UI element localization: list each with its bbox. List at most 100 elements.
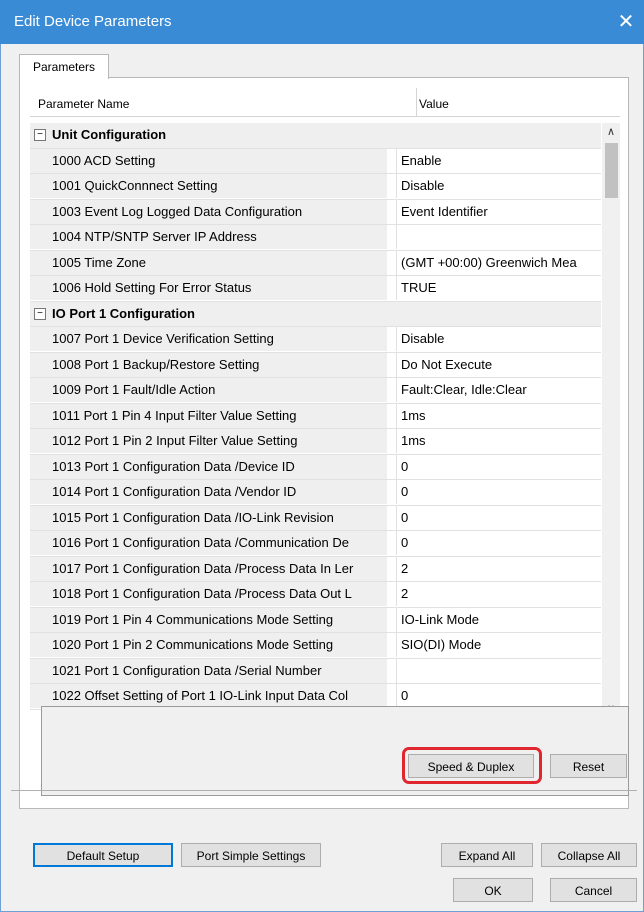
cell-divider	[396, 684, 397, 708]
ok-button[interactable]: OK	[453, 878, 533, 902]
collapse-toggle-icon[interactable]: −	[34, 129, 46, 141]
group-label: IO Port 1 Configuration	[52, 305, 195, 321]
parameter-row[interactable]: 1007 Port 1 Device Verification Setting D…	[30, 327, 601, 353]
column-header-value[interactable]: Value	[419, 97, 449, 111]
parameter-value[interactable]: Fault:Clear, Idle:Clear	[401, 382, 601, 397]
parameter-value[interactable]: Do Not Execute	[401, 357, 601, 372]
column-header-parameter-name[interactable]: Parameter Name	[38, 97, 129, 111]
parameter-grid: − Unit Configuration 1000 ACD Setting Enabl…	[30, 123, 601, 718]
parameter-name: 1012 Port 1 Pin 2 Input Filter Value Set…	[52, 433, 298, 448]
parameter-name: 1004 NTP/SNTP Server IP Address	[52, 229, 257, 244]
parameter-name-cell: 1008 Port 1 Backup/Restore Setting	[30, 352, 387, 377]
parameter-value[interactable]: Enable	[401, 153, 601, 168]
parameter-name: 1008 Port 1 Backup/Restore Setting	[52, 356, 260, 372]
parameter-row[interactable]: 1011 Port 1 Pin 4 Input Filter Value Set…	[30, 403, 601, 429]
parameter-row[interactable]: 1006 Hold Setting For Error Status TRUE	[30, 276, 601, 302]
parameter-value[interactable]: 0	[401, 510, 601, 525]
cell-divider	[396, 633, 397, 657]
parameter-value[interactable]: 2	[401, 561, 601, 576]
parameter-row[interactable]: 1000 ACD Setting Enable	[30, 148, 601, 174]
parameter-value[interactable]: 1ms	[401, 433, 601, 448]
parameter-row[interactable]: 1020 Port 1 Pin 2 Communications Mode Se…	[30, 633, 601, 659]
title-bar: Edit Device Parameters ✕	[0, 0, 644, 44]
grid-header: Parameter Name Value	[30, 88, 620, 117]
parameter-name-cell: 1001 QuickConnnect Setting	[30, 174, 387, 198]
parameter-name: 1003 Event Log Logged Data Configuration	[52, 203, 303, 219]
parameter-name-cell: 1020 Port 1 Pin 2 Communications Mode Se…	[30, 633, 387, 657]
group-row[interactable]: − IO Port 1 Configuration	[30, 301, 601, 327]
parameter-name-cell: 1005 Time Zone	[30, 250, 387, 275]
parameter-row[interactable]: 1004 NTP/SNTP Server IP Address	[30, 225, 601, 251]
port-simple-settings-button[interactable]: Port Simple Settings	[181, 843, 321, 867]
parameter-name-cell: 1013 Port 1 Configuration Data /Device I…	[30, 454, 387, 479]
parameter-row[interactable]: 1019 Port 1 Pin 4 Communications Mode Se…	[30, 607, 601, 633]
parameter-name-cell: 1004 NTP/SNTP Server IP Address	[30, 225, 387, 249]
parameter-row[interactable]: 1012 Port 1 Pin 2 Input Filter Value Set…	[30, 429, 601, 455]
parameter-row[interactable]: 1016 Port 1 Configuration Data /Communic…	[30, 531, 601, 557]
cell-divider	[396, 429, 397, 453]
parameter-name: 1017 Port 1 Configuration Data /Process …	[52, 560, 354, 576]
cell-divider	[396, 352, 397, 377]
parameter-name: 1013 Port 1 Configuration Data /Device I…	[52, 458, 295, 474]
cell-divider	[396, 199, 397, 224]
parameter-value[interactable]: Disable	[401, 331, 601, 346]
parameter-value[interactable]: TRUE	[401, 280, 601, 295]
parameter-value[interactable]: 2	[401, 586, 601, 601]
parameter-value[interactable]: 0	[401, 688, 601, 703]
parameter-name-cell: 1019 Port 1 Pin 4 Communications Mode Se…	[30, 607, 387, 632]
parameter-row[interactable]: 1005 Time Zone (GMT +00:00) Greenwich Mea	[30, 250, 601, 276]
parameter-row[interactable]: 1021 Port 1 Configuration Data /Serial N…	[30, 658, 601, 684]
vertical-scrollbar[interactable]: ∧ ∨	[602, 123, 620, 718]
cell-divider	[396, 582, 397, 606]
window-title: Edit Device Parameters	[14, 13, 172, 30]
parameter-value[interactable]: 1ms	[401, 408, 601, 423]
parameter-name-cell: 1016 Port 1 Configuration Data /Communic…	[30, 531, 387, 555]
separator	[11, 790, 637, 791]
expand-all-button[interactable]: Expand All	[441, 843, 533, 867]
cell-divider	[396, 505, 397, 530]
parameter-value[interactable]: 0	[401, 484, 601, 499]
parameter-row[interactable]: 1015 Port 1 Configuration Data /IO-Link …	[30, 505, 601, 531]
cell-divider	[396, 454, 397, 479]
parameter-row[interactable]: 1009 Port 1 Fault/Idle Action Fault:Clear…	[30, 378, 601, 404]
parameter-value[interactable]: (GMT +00:00) Greenwich Mea	[401, 255, 601, 270]
collapse-all-button[interactable]: Collapse All	[541, 843, 637, 867]
collapse-toggle-icon[interactable]: −	[34, 307, 46, 320]
parameter-name: 1000 ACD Setting	[52, 152, 156, 168]
parameter-name-cell: 1017 Port 1 Configuration Data /Process …	[30, 556, 387, 581]
parameter-row[interactable]: 1018 Port 1 Configuration Data /Process …	[30, 582, 601, 608]
parameter-row[interactable]: 1017 Port 1 Configuration Data /Process …	[30, 556, 601, 582]
parameter-value[interactable]: 0	[401, 535, 601, 550]
group-row[interactable]: − Unit Configuration	[30, 123, 601, 149]
cell-divider	[396, 174, 397, 198]
column-divider[interactable]	[416, 88, 417, 116]
scroll-thumb[interactable]	[605, 143, 618, 198]
parameters-panel: Parameter Name Value − Unit Configuration…	[19, 77, 629, 809]
parameter-value[interactable]: Disable	[401, 178, 601, 193]
dialog-body: Parameters Parameter Name Value − Unit Co…	[0, 44, 644, 912]
tab-parameters[interactable]: Parameters	[19, 54, 109, 79]
parameter-name: 1007 Port 1 Device Verification Setting	[52, 331, 274, 346]
parameter-name: 1020 Port 1 Pin 2 Communications Mode Se…	[52, 637, 334, 652]
parameter-row[interactable]: 1014 Port 1 Configuration Data /Vendor I…	[30, 480, 601, 506]
cell-divider	[396, 480, 397, 504]
parameter-name-cell: 1015 Port 1 Configuration Data /IO-Link …	[30, 505, 387, 530]
parameter-value[interactable]: IO-Link Mode	[401, 612, 601, 627]
reset-button[interactable]: Reset	[550, 754, 627, 778]
cell-divider	[396, 250, 397, 275]
cancel-button[interactable]: Cancel	[550, 878, 637, 902]
parameter-row[interactable]: 1008 Port 1 Backup/Restore Setting Do Not…	[30, 352, 601, 378]
parameter-row[interactable]: 1001 QuickConnnect Setting Disable	[30, 174, 601, 200]
scroll-up-icon[interactable]: ∧	[602, 123, 620, 141]
parameter-value[interactable]: Event Identifier	[401, 204, 601, 219]
parameter-value[interactable]: 0	[401, 459, 601, 474]
parameter-name-cell: 1018 Port 1 Configuration Data /Process …	[30, 582, 387, 606]
default-setup-button[interactable]: Default Setup	[33, 843, 173, 867]
parameter-row[interactable]: 1003 Event Log Logged Data Configuration…	[30, 199, 601, 225]
close-icon[interactable]: ✕	[612, 8, 640, 36]
parameter-name-cell: 1006 Hold Setting For Error Status	[30, 276, 387, 300]
parameter-value[interactable]: SIO(DI) Mode	[401, 637, 601, 652]
parameter-row[interactable]: 1013 Port 1 Configuration Data /Device I…	[30, 454, 601, 480]
parameter-name: 1022 Offset Setting of Port 1 IO-Link In…	[52, 688, 349, 703]
parameter-name-cell: 1003 Event Log Logged Data Configuration	[30, 199, 387, 224]
